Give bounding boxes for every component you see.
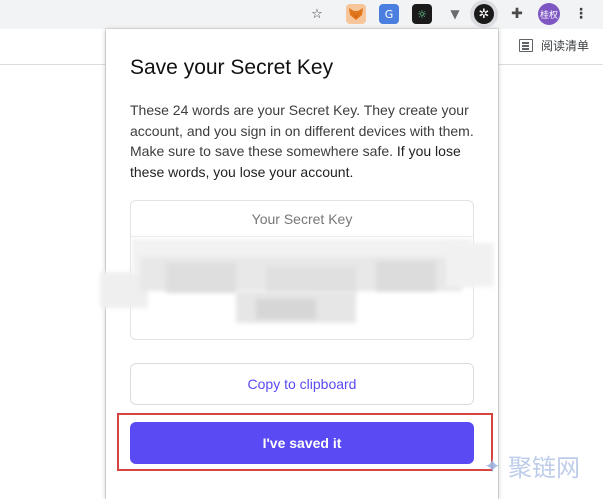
divider	[131, 236, 473, 237]
metamask-fox-icon[interactable]	[346, 4, 366, 24]
reading-list-label: 阅读清单	[540, 39, 589, 53]
watermark-logo-icon: ✦	[484, 453, 501, 478]
copy-to-clipboard-button[interactable]: Copy to clipboard	[130, 363, 474, 405]
avatar[interactable]: 桂权	[538, 3, 560, 25]
reading-list-icon	[518, 39, 533, 52]
wallet-icon[interactable]: ✲	[474, 4, 494, 24]
browser-toolbar: ☆ G ☼ ▼ ✲ ✚ 桂权 ⋮	[0, 0, 603, 29]
star-icon[interactable]: ☆	[307, 4, 327, 24]
vpn-icon[interactable]: ▼	[445, 4, 465, 24]
description-text: These 24 words are your Secret Key. They…	[130, 100, 476, 182]
watermark-text: 聚链网	[508, 454, 580, 482]
extension-icon[interactable]: ☼	[412, 4, 432, 24]
translate-icon[interactable]: G	[379, 4, 399, 24]
watermark: ✦ 聚链网	[484, 448, 580, 483]
avatar-initials: 桂权	[539, 10, 558, 21]
puzzle-icon[interactable]: ✚	[507, 4, 527, 24]
secret-key-label: Your Secret Key	[251, 211, 353, 227]
more-vert-icon[interactable]: ⋮	[571, 4, 591, 24]
reading-list-button[interactable]: 阅读清单	[518, 37, 589, 54]
highlight-box	[117, 413, 493, 471]
page-title: Save your Secret Key	[130, 56, 334, 79]
